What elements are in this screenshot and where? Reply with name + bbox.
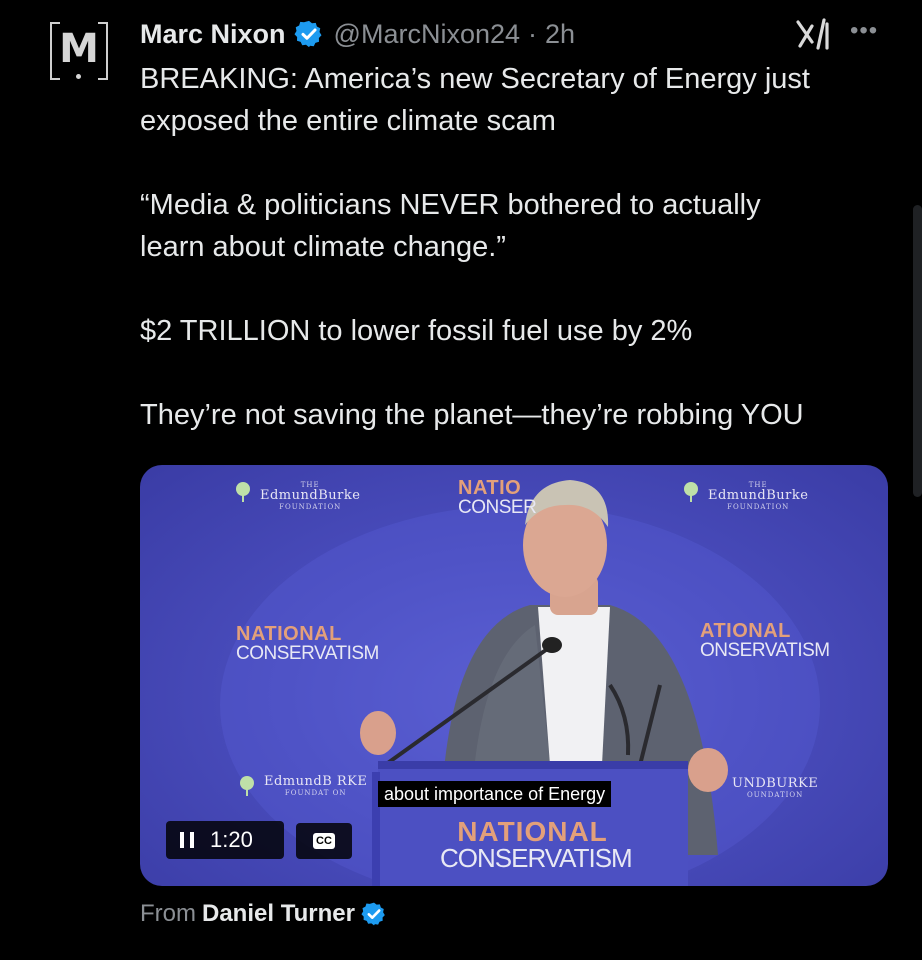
- signage-right-1: ATIONAL: [700, 620, 791, 642]
- post-header: Marc Nixon @MarcNixon24 · 2h: [140, 14, 575, 54]
- signage-top-center-2: CONSER: [458, 497, 537, 518]
- more-options-icon[interactable]: •••: [850, 19, 878, 43]
- video-source: From Daniel Turner: [140, 898, 387, 930]
- brand-bottom-left: EdmundB RKE FOUNDAT ON: [236, 775, 367, 797]
- text-line-1: BREAKING: America’s new Secretary of Ene…: [140, 63, 810, 95]
- brand-top-left: THE EdmundBurke FOUNDATION: [232, 481, 360, 511]
- signage-top-center: NATIO CONSER: [458, 477, 537, 518]
- signage-left-2: CONSERVATISM: [236, 643, 379, 664]
- author-avatar[interactable]: M: [50, 22, 108, 80]
- signage-right: ATIONAL ONSERVATISM: [700, 620, 830, 661]
- brand-name: EdmundBurke: [708, 488, 809, 503]
- brand-the: THE: [300, 481, 320, 489]
- post-timestamp[interactable]: 2h: [545, 19, 575, 50]
- brand-sub: FOUNDATION: [279, 503, 342, 511]
- signage-left-1: NATIONAL: [236, 623, 342, 645]
- brand-bottom-right: UNDBURKE OUNDATION: [732, 776, 819, 800]
- elapsed-time: 1:20: [210, 827, 253, 852]
- tree-logo-icon: [684, 482, 698, 502]
- brand-sub: FOUNDATION: [727, 503, 790, 511]
- playback-control[interactable]: 1:20: [166, 821, 284, 859]
- avatar-letter: M: [59, 26, 99, 72]
- verified-badge-icon: [361, 902, 385, 926]
- scrollbar[interactable]: [913, 205, 922, 497]
- grok-icon[interactable]: [796, 18, 832, 50]
- pause-icon[interactable]: [180, 832, 194, 848]
- closing-line: They’re not saving the planet—they’re ro…: [140, 399, 804, 431]
- post-text: BREAKING: America’s new Secretary of Ene…: [140, 58, 900, 436]
- podium-line-1: NATIONAL: [457, 816, 608, 847]
- author-name[interactable]: Marc Nixon: [140, 19, 286, 50]
- signage-top-center-1: NATIO: [458, 477, 522, 499]
- brand-top-right: THE EdmundBurke FOUNDATION: [680, 481, 808, 511]
- brand-the: THE: [748, 481, 768, 489]
- source-name[interactable]: Daniel Turner: [202, 900, 355, 928]
- header-separator: ·: [528, 18, 538, 49]
- cc-icon: CC: [313, 833, 335, 849]
- podium-signage: NATIONAL CONSERVATISM: [440, 816, 633, 873]
- tree-logo-icon: [240, 776, 254, 796]
- post-screen: M Marc Nixon @MarcNixon24 · 2h ••• BREAK…: [0, 0, 922, 960]
- brand-bottom-left-name: EdmundB RKE: [264, 774, 368, 789]
- brand-name: EdmundBurke: [260, 488, 361, 503]
- from-label: From: [140, 900, 196, 927]
- captions-button[interactable]: CC: [296, 823, 352, 859]
- quote-line-2: learn about climate change.”: [140, 231, 506, 263]
- avatar-dot: [76, 74, 81, 79]
- tree-logo-icon: [236, 482, 250, 502]
- signage-left: NATIONAL CONSERVATISM: [236, 623, 379, 664]
- brand-bottom-right-sub: OUNDATION: [746, 791, 804, 799]
- author-handle[interactable]: @MarcNixon24: [334, 19, 520, 50]
- signage-right-2: ONSERVATISM: [700, 640, 830, 661]
- brand-bottom-left-sub: FOUNDAT ON: [284, 789, 347, 797]
- text-line-2: exposed the entire climate scam: [140, 105, 556, 137]
- brand-bottom-right-name: UNDBURKE: [732, 776, 819, 791]
- video-caption: about importance of Energy: [378, 781, 612, 807]
- stat-line: $2 TRILLION to lower fossil fuel use by …: [140, 315, 693, 347]
- verified-badge-icon: [294, 20, 322, 48]
- podium-line-2: CONSERVATISM: [440, 843, 633, 873]
- quote-line-1: “Media & politicians NEVER bothered to a…: [140, 189, 761, 221]
